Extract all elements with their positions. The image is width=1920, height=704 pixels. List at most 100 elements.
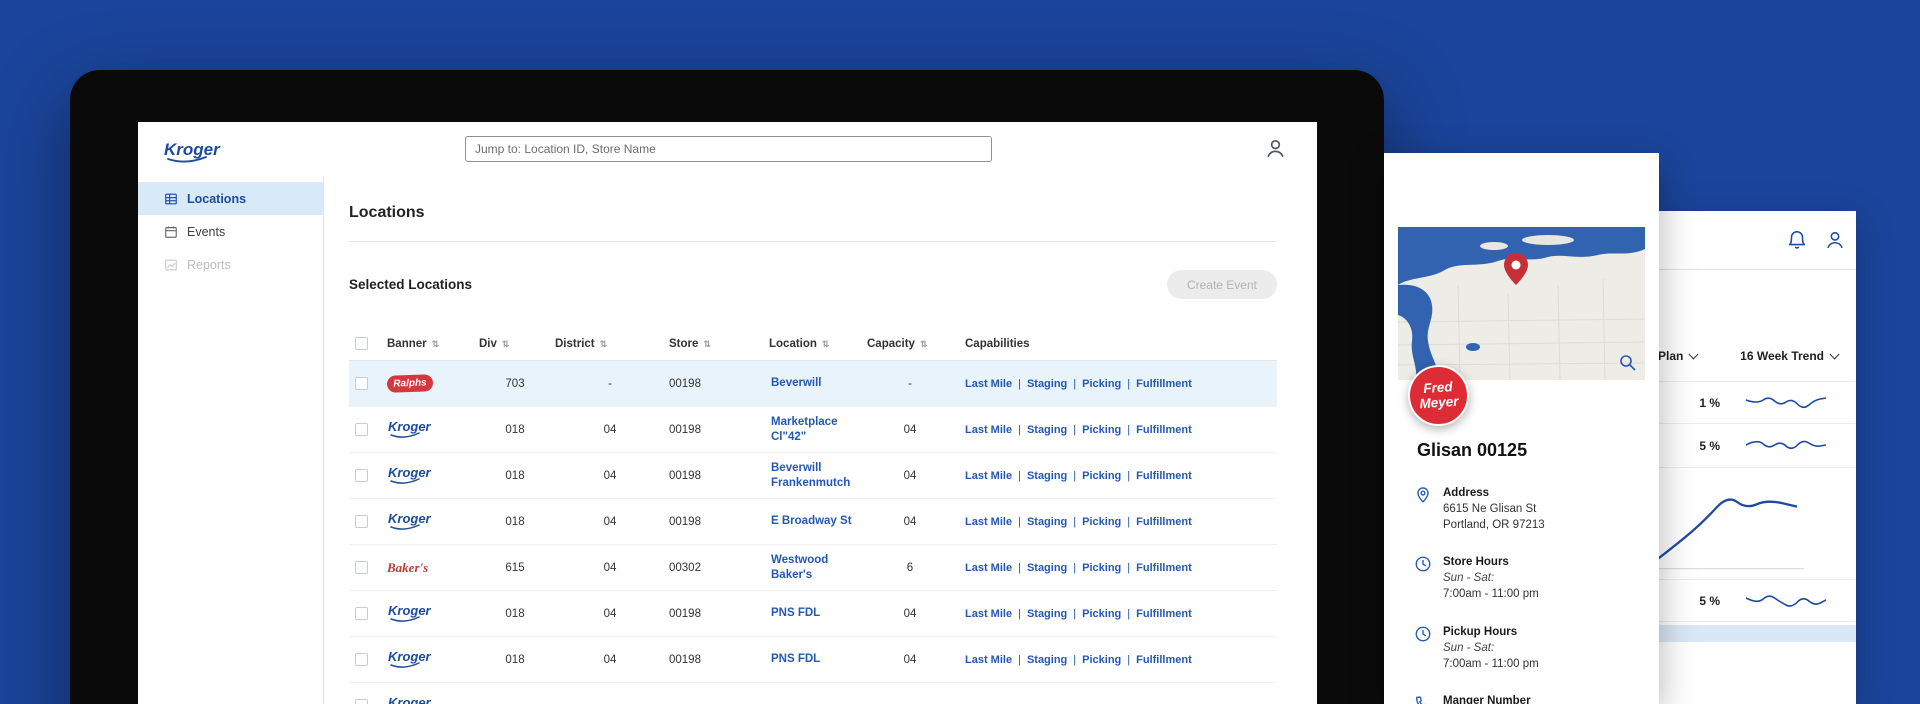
- search-input[interactable]: [465, 136, 992, 162]
- capability-link[interactable]: Picking: [1082, 424, 1121, 436]
- kroger-app: Kroger Locations: [138, 122, 1317, 704]
- capability-link[interactable]: Staging: [1027, 470, 1067, 482]
- row-checkbox[interactable]: [355, 515, 368, 528]
- table-row[interactable]: Kroger 018 04 00198 Marketplace Cl"42" 0…: [349, 407, 1277, 453]
- district-value: 04: [555, 562, 669, 574]
- capability-link[interactable]: Last Mile: [965, 516, 1012, 528]
- trend-column-header[interactable]: 16 Week Trend: [1740, 349, 1838, 363]
- capability-link[interactable]: Last Mile: [965, 654, 1012, 666]
- capability-link[interactable]: Picking: [1082, 562, 1121, 574]
- banner-cell: Ralphs: [387, 375, 479, 392]
- store-value: 00198: [669, 424, 769, 436]
- create-event-button[interactable]: Create Event: [1167, 270, 1277, 299]
- capacity-value: 04: [867, 470, 957, 482]
- store-value: 00198: [669, 654, 769, 666]
- sidebar-item-locations[interactable]: Locations: [138, 182, 323, 215]
- location-link[interactable]: PNS FDL: [769, 606, 867, 621]
- row-checkbox[interactable]: [355, 607, 368, 620]
- capability-link[interactable]: Last Mile: [965, 608, 1012, 620]
- row-checkbox[interactable]: [355, 699, 368, 704]
- sort-icon[interactable]: ⇅: [822, 339, 830, 349]
- section-title: Selected Locations: [349, 277, 472, 292]
- column-header-capabilities: Capabilities: [965, 338, 1030, 350]
- row-checkbox[interactable]: [355, 561, 368, 574]
- device-frame: Kroger Locations: [70, 70, 1384, 704]
- select-all-checkbox[interactable]: [355, 337, 368, 350]
- svg-text:Kroger: Kroger: [164, 140, 221, 159]
- location-link[interactable]: Beverwill Frankenmutch: [769, 461, 867, 491]
- capability-link[interactable]: Staging: [1027, 424, 1067, 436]
- locations-table: Banner⇅ Div⇅ District⇅ Store⇅ Location⇅ …: [349, 327, 1277, 704]
- svg-text:Kroger: Kroger: [388, 695, 432, 704]
- banner-cell: Kroger: [387, 644, 479, 675]
- table-row[interactable]: Kroger 018 04 00198 PNS FDL 04 Last Mile…: [349, 637, 1277, 683]
- ralphs-logo: Ralphs: [387, 374, 434, 393]
- table-row[interactable]: Kroger 018 04 00198 PNS FDL 04 Last Mile…: [349, 591, 1277, 637]
- row-checkbox[interactable]: [355, 653, 368, 666]
- capability-link[interactable]: Fulfillment: [1136, 378, 1192, 390]
- store-value: 00198: [669, 378, 769, 390]
- capability-link[interactable]: Last Mile: [965, 470, 1012, 482]
- sort-icon[interactable]: ⇅: [920, 339, 928, 349]
- capability-link[interactable]: Staging: [1027, 378, 1067, 390]
- capability-link[interactable]: Picking: [1082, 378, 1121, 390]
- capability-link[interactable]: Fulfillment: [1136, 654, 1192, 666]
- row-checkbox[interactable]: [355, 423, 368, 436]
- capacity-value: 6: [867, 562, 957, 574]
- location-link[interactable]: Westwood Baker's: [769, 553, 867, 583]
- main-content: Locations Selected Locations Create Even…: [324, 176, 1317, 704]
- bell-icon[interactable]: [1786, 229, 1808, 256]
- kroger-logo: Kroger: [387, 690, 435, 704]
- app-header: Kroger: [138, 122, 1317, 176]
- capability-link[interactable]: Fulfillment: [1136, 424, 1192, 436]
- capability-link[interactable]: Picking: [1082, 608, 1121, 620]
- location-link[interactable]: Beverwill: [769, 376, 867, 391]
- column-header-banner: Banner: [387, 338, 427, 350]
- table-row[interactable]: Ralphs 703 - 00198 Beverwill - Last Mile…: [349, 361, 1277, 407]
- div-value: 018: [479, 654, 555, 666]
- sort-icon[interactable]: ⇅: [703, 339, 711, 349]
- row-checkbox[interactable]: [355, 377, 368, 390]
- sort-icon[interactable]: ⇅: [432, 339, 440, 349]
- sort-icon[interactable]: ⇅: [502, 339, 510, 349]
- store-map[interactable]: [1398, 227, 1645, 380]
- table-row[interactable]: Kroger: [349, 683, 1277, 704]
- sidebar-item-reports[interactable]: Reports: [138, 248, 323, 281]
- div-value: 018: [479, 424, 555, 436]
- capability-link[interactable]: Picking: [1082, 470, 1121, 482]
- sidebar-item-label: Events: [187, 225, 225, 239]
- capability-link[interactable]: Picking: [1082, 654, 1121, 666]
- banner-cell: Kroger: [387, 598, 479, 629]
- capability-link[interactable]: Last Mile: [965, 424, 1012, 436]
- capability-link[interactable]: Last Mile: [965, 562, 1012, 574]
- sidebar-item-label: Locations: [187, 192, 246, 206]
- district-value: -: [555, 378, 669, 390]
- kroger-logo: Kroger: [387, 460, 435, 488]
- capability-link[interactable]: Staging: [1027, 516, 1067, 528]
- table-row[interactable]: Baker's 615 04 00302 Westwood Baker's 6 …: [349, 545, 1277, 591]
- plan-column-header[interactable]: Plan: [1658, 349, 1697, 363]
- capability-link[interactable]: Picking: [1082, 516, 1121, 528]
- capabilities-cell: Last Mile|Staging|Picking|Fulfillment: [957, 378, 1277, 390]
- capability-link[interactable]: Fulfillment: [1136, 470, 1192, 482]
- location-link[interactable]: Marketplace Cl"42": [769, 415, 867, 445]
- table-row[interactable]: Kroger 018 04 00198 E Broadway St 04 Las…: [349, 499, 1277, 545]
- column-header-location: Location: [769, 338, 817, 350]
- table-row[interactable]: Kroger 018 04 00198 Beverwill Frankenmut…: [349, 453, 1277, 499]
- kroger-logo: Kroger: [387, 414, 435, 442]
- capability-link[interactable]: Staging: [1027, 654, 1067, 666]
- capability-link[interactable]: Fulfillment: [1136, 608, 1192, 620]
- capability-link[interactable]: Fulfillment: [1136, 562, 1192, 574]
- location-link[interactable]: E Broadway St: [769, 514, 867, 529]
- capability-link[interactable]: Last Mile: [965, 378, 1012, 390]
- profile-icon[interactable]: [1824, 229, 1846, 256]
- capability-link[interactable]: Fulfillment: [1136, 516, 1192, 528]
- location-link[interactable]: PNS FDL: [769, 652, 867, 667]
- user-icon[interactable]: [1264, 137, 1287, 165]
- capability-link[interactable]: Staging: [1027, 608, 1067, 620]
- row-checkbox[interactable]: [355, 469, 368, 482]
- div-value: 615: [479, 562, 555, 574]
- sort-icon[interactable]: ⇅: [600, 339, 608, 349]
- capability-link[interactable]: Staging: [1027, 562, 1067, 574]
- sidebar-item-events[interactable]: Events: [138, 215, 323, 248]
